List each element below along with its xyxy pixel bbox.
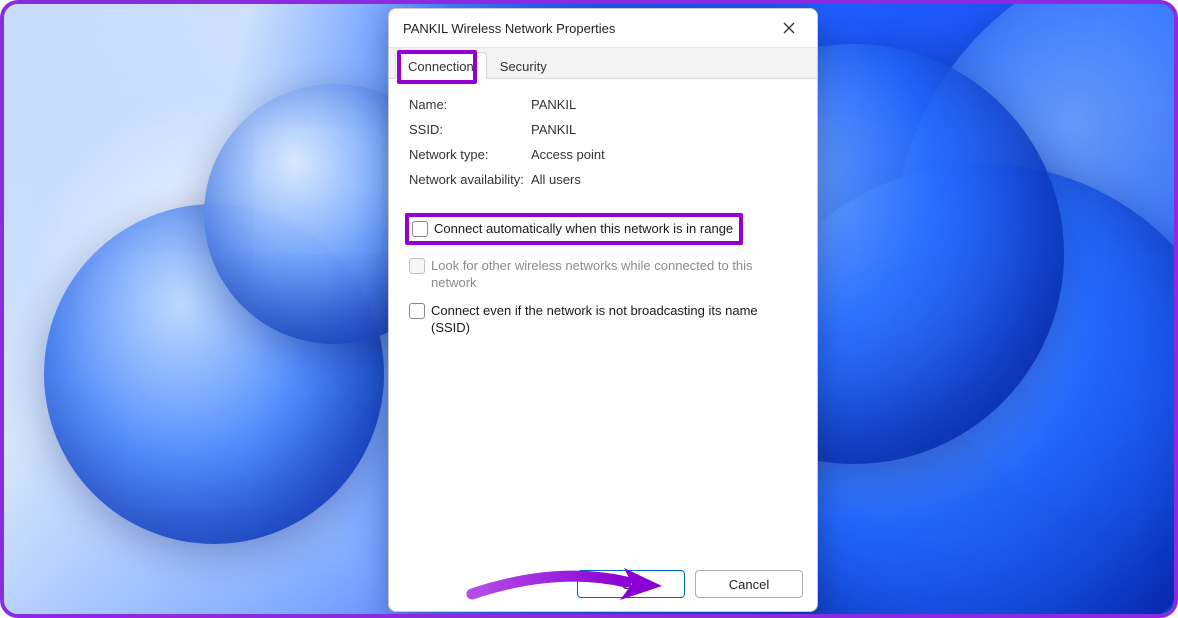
close-icon (783, 22, 795, 34)
label-name: Name: (409, 97, 531, 112)
tab-content: Name: PANKIL SSID: PANKIL Network type: … (389, 79, 817, 557)
value-name: PANKIL (531, 97, 797, 112)
tab-connection[interactable]: Connection (395, 52, 487, 79)
highlight-auto-connect: Connect automatically when this network … (405, 213, 743, 245)
label-ssid: SSID: (409, 122, 531, 137)
checkbox-broadcast[interactable] (409, 303, 425, 319)
label-look-other: Look for other wireless networks while c… (431, 257, 797, 292)
properties-grid: Name: PANKIL SSID: PANKIL Network type: … (409, 97, 797, 187)
value-ssid: PANKIL (531, 122, 797, 137)
value-network-availability: All users (531, 172, 797, 187)
checkbox-row-broadcast[interactable]: Connect even if the network is not broad… (409, 302, 797, 337)
checkbox-row-auto-connect[interactable]: Connect automatically when this network … (412, 220, 733, 238)
label-broadcast: Connect even if the network is not broad… (431, 302, 797, 337)
tab-row: Connection Security (389, 47, 817, 79)
label-network-availability: Network availability: (409, 172, 531, 187)
checkbox-row-look-other: Look for other wireless networks while c… (409, 257, 797, 292)
window-title: PANKIL Wireless Network Properties (403, 21, 767, 36)
wireless-properties-dialog: PANKIL Wireless Network Properties Conne… (388, 8, 818, 612)
cancel-button[interactable]: Cancel (695, 570, 803, 598)
dialog-footer: OK Cancel (389, 557, 817, 611)
value-network-type: Access point (531, 147, 797, 162)
label-auto-connect: Connect automatically when this network … (434, 220, 733, 238)
close-button[interactable] (767, 13, 811, 43)
tab-security[interactable]: Security (487, 52, 560, 79)
ok-button[interactable]: OK (577, 570, 685, 598)
titlebar: PANKIL Wireless Network Properties (389, 9, 817, 47)
checkbox-look-other (409, 258, 425, 274)
label-network-type: Network type: (409, 147, 531, 162)
checkbox-auto-connect[interactable] (412, 221, 428, 237)
